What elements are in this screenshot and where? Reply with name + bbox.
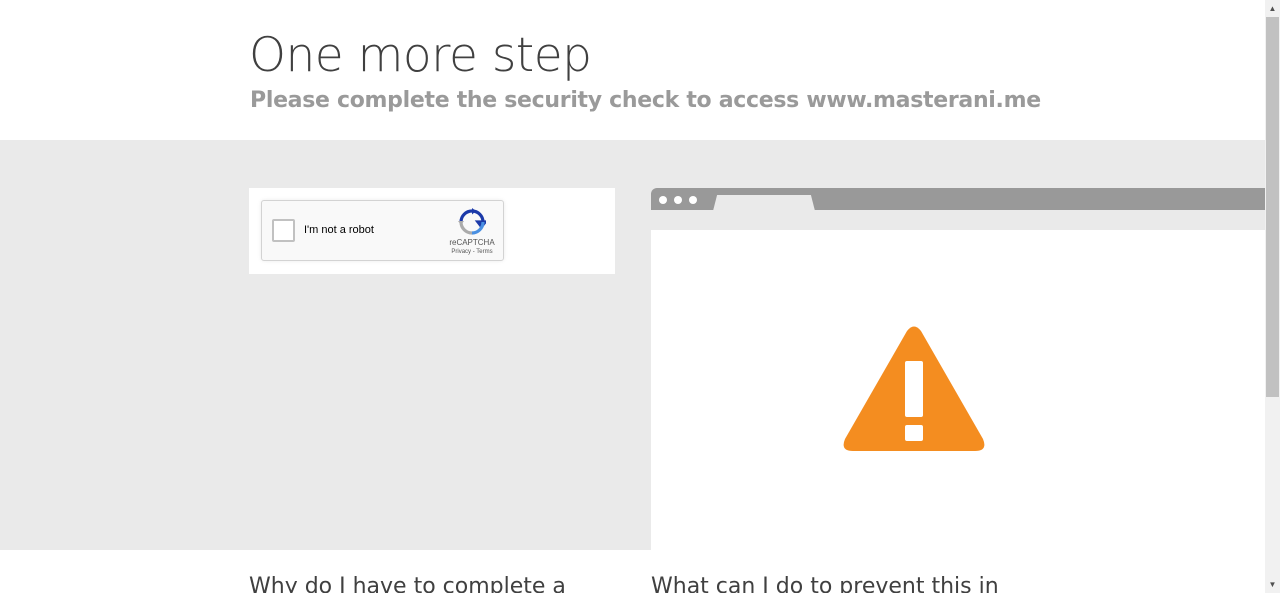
browser-viewport	[651, 230, 1265, 550]
recaptcha-brand: reCAPTCHA	[449, 238, 495, 247]
browser-toolbar	[651, 210, 1265, 230]
prevent-heading: What can I do to prevent this in	[651, 574, 999, 593]
scroll-down-arrow-icon[interactable]: ▼	[1265, 576, 1280, 593]
browser-tab	[713, 195, 815, 211]
recaptcha-label: I'm not a robot	[304, 224, 374, 236]
scroll-up-arrow-icon[interactable]: ▲	[1265, 0, 1280, 17]
recaptcha-checkbox[interactable]	[272, 219, 295, 242]
page-title: One more step	[249, 28, 592, 83]
page-subtitle: Please complete the security check to ac…	[250, 88, 1041, 113]
browser-dot-icon	[674, 196, 682, 204]
captcha-panel: I'm not a robot reCAPTCHA Privacy - Term…	[249, 188, 615, 274]
recaptcha-widget[interactable]: I'm not a robot reCAPTCHA Privacy - Term…	[261, 200, 504, 261]
scrollbar-thumb[interactable]	[1266, 17, 1279, 397]
browser-dot-icon	[659, 196, 667, 204]
browser-dot-icon	[689, 196, 697, 204]
recaptcha-logo-icon	[458, 208, 486, 235]
header: One more step Please complete the securi…	[0, 0, 1265, 140]
browser-title-bar	[651, 188, 1265, 211]
warning-triangle-icon	[843, 326, 985, 451]
recaptcha-privacy-terms-links[interactable]: Privacy - Terms	[432, 249, 512, 255]
browser-illustration	[651, 188, 1265, 550]
why-complete-heading: Why do I have to complete a	[249, 574, 566, 593]
